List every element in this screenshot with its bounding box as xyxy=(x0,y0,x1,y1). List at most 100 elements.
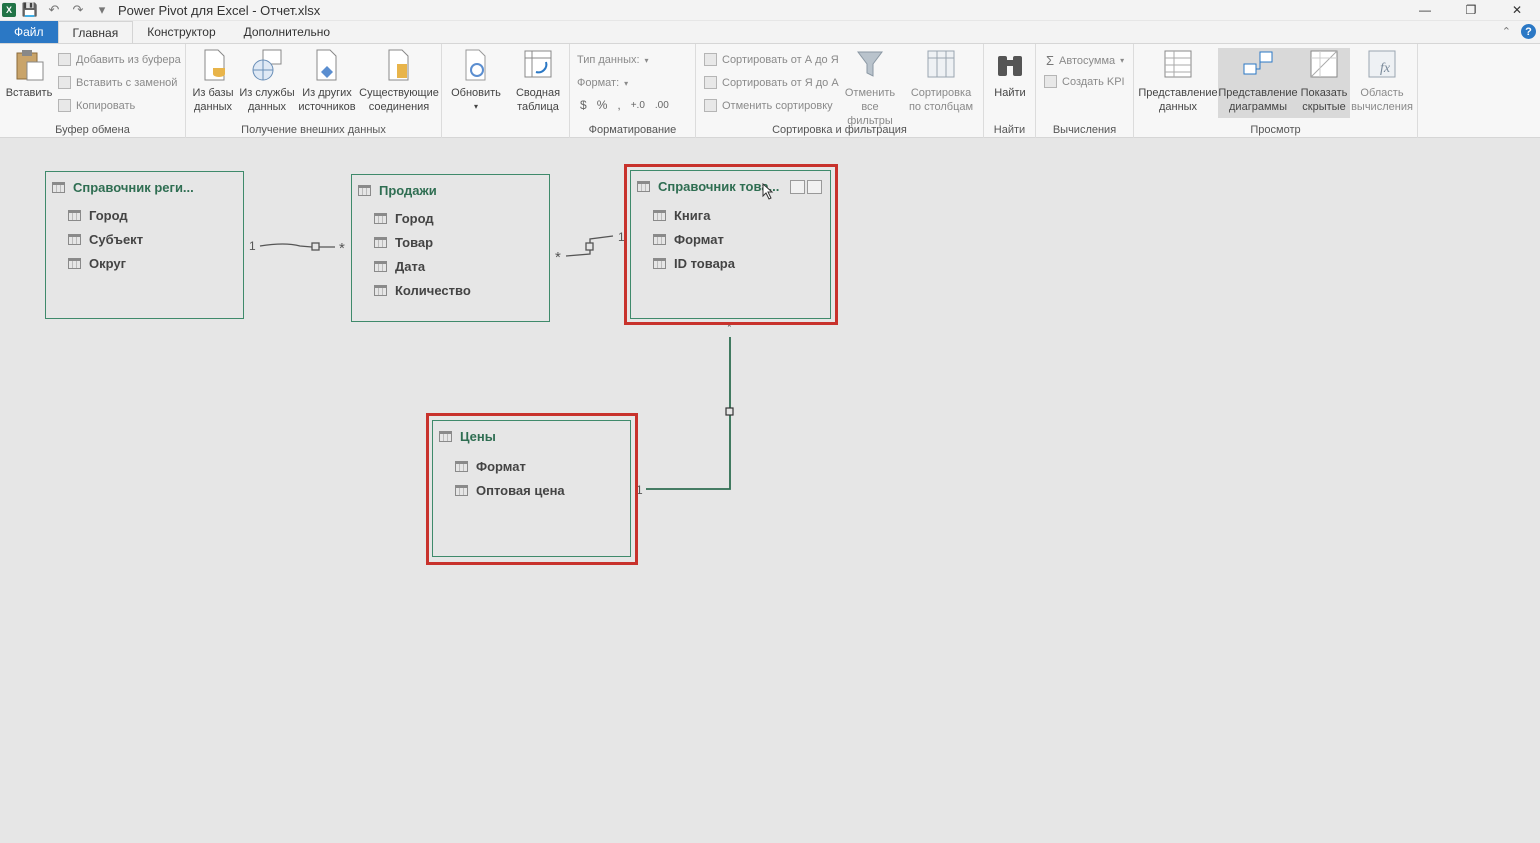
relation-line-products-prices[interactable] xyxy=(646,337,731,490)
group-find: Найти Найти xyxy=(984,44,1036,138)
customize-qat-icon[interactable]: ▾ xyxy=(92,1,112,19)
sort-by-col-label-1: Сортировка xyxy=(910,87,972,99)
create-hierarchy-icon[interactable] xyxy=(790,180,805,194)
table-sales[interactable]: Продажи Город Товар Дата Количество xyxy=(351,174,550,322)
tab-file[interactable]: Файл xyxy=(0,21,58,43)
group-label-find: Найти xyxy=(993,124,1026,136)
table-header[interactable]: Справочник това... xyxy=(637,179,779,194)
from-other-sources-button[interactable]: Из других источников xyxy=(296,48,358,114)
column-item[interactable]: Оптовая цена xyxy=(455,483,565,498)
column-item[interactable]: Количество xyxy=(374,283,471,298)
column-item[interactable]: Формат xyxy=(653,232,724,247)
find-button[interactable]: Найти xyxy=(990,48,1030,100)
refresh-dropdown-icon[interactable]: ▾ xyxy=(474,100,478,114)
data-type-dropdown[interactable]: Тип данных: ▾ xyxy=(577,54,649,66)
relation-line-regions-sales[interactable] xyxy=(259,243,335,248)
sort-descending-icon xyxy=(704,76,717,89)
diagram-view-label-1: Представление xyxy=(1218,87,1298,99)
sort-az-button[interactable]: Сортировать от А до Я xyxy=(704,53,839,66)
column-item[interactable]: Формат xyxy=(455,459,526,474)
group-clipboard: Вставить Добавить из буфера Вставить с з… xyxy=(0,44,186,138)
sort-za-button[interactable]: Сортировать от Я до А xyxy=(704,76,839,89)
format-dropdown[interactable]: Формат: ▾ xyxy=(577,77,628,89)
autosum-button[interactable]: Σ Автосумма ▾ xyxy=(1046,53,1124,68)
table-prices[interactable]: Цены Формат Оптовая цена xyxy=(432,420,631,557)
column-item[interactable]: ID товара xyxy=(653,256,735,271)
column-item[interactable]: Субъект xyxy=(68,232,143,247)
undo-icon[interactable]: ↶ xyxy=(44,1,64,19)
from-db-label-1: Из базы xyxy=(192,87,234,99)
collapse-ribbon-icon[interactable]: ⌃ xyxy=(1502,25,1511,38)
clear-all-filters-button[interactable]: Отменить все фильтры xyxy=(838,48,902,128)
help-icon[interactable]: ? xyxy=(1521,24,1536,39)
maximize-table-icon[interactable] xyxy=(807,180,822,194)
table-header[interactable]: Продажи xyxy=(358,183,437,198)
table-title: Справочник реги... xyxy=(73,180,194,195)
minimize-icon[interactable]: — xyxy=(1402,0,1448,20)
table-products[interactable]: Справочник това... Книга Формат ID товар… xyxy=(630,170,831,319)
refresh-button[interactable]: Обновить ▾ xyxy=(448,48,504,114)
existing-connections-button[interactable]: Существующие соединения xyxy=(359,48,439,114)
group-refresh-pivot: Обновить ▾ Сводная таблица xyxy=(442,44,570,138)
column-item[interactable]: Округ xyxy=(68,256,126,271)
relation-handle[interactable] xyxy=(311,242,320,251)
autosum-label: Автосумма xyxy=(1059,54,1116,67)
paste-replace-button[interactable]: Вставить с заменой xyxy=(58,76,177,89)
table-header[interactable]: Справочник реги... xyxy=(52,180,194,195)
table-regions[interactable]: Справочник реги... Город Субъект Округ xyxy=(45,171,244,319)
relation-handle[interactable] xyxy=(725,407,734,416)
paste-button[interactable]: Вставить xyxy=(6,48,52,100)
relation-handle[interactable] xyxy=(585,242,594,251)
chevron-down-icon: ▾ xyxy=(644,55,649,65)
clear-filters-label-1: Отменить xyxy=(844,87,896,99)
from-service-button[interactable]: Из службы данных xyxy=(238,48,296,114)
tab-advanced[interactable]: Дополнительно xyxy=(230,21,344,43)
diagram-canvas[interactable]: 1 * * 1 * 1 Справочник реги... Город Суб… xyxy=(0,139,1540,843)
table-header[interactable]: Цены xyxy=(439,429,496,444)
create-kpi-button[interactable]: Создать KPI xyxy=(1044,75,1125,88)
thousands-separator-button[interactable]: , xyxy=(617,98,620,112)
column-item[interactable]: Город xyxy=(374,211,434,226)
column-item[interactable]: Дата xyxy=(374,259,425,274)
excel-logo-icon: X xyxy=(2,3,16,17)
column-label: Оптовая цена xyxy=(476,483,565,498)
decrease-decimal-button[interactable]: .00 xyxy=(655,100,669,111)
data-view-button[interactable]: Представление данных xyxy=(1138,48,1218,114)
group-formatting: Тип данных: ▾ Формат: ▾ $ % , +.0 .00 Фо… xyxy=(570,44,696,138)
existing-label-2: соединения xyxy=(368,101,430,113)
restore-icon[interactable]: ❐ xyxy=(1448,0,1494,20)
paste-label: Вставить xyxy=(5,87,53,99)
column-icon xyxy=(68,234,81,245)
paste-icon xyxy=(16,50,44,81)
show-hidden-label-2: скрытые xyxy=(1302,101,1346,113)
column-item[interactable]: Книга xyxy=(653,208,710,223)
clear-sort-button[interactable]: Отменить сортировку xyxy=(704,99,833,112)
increase-decimal-button[interactable]: +.0 xyxy=(631,100,645,111)
close-icon[interactable]: ✕ xyxy=(1494,0,1540,20)
column-label: Город xyxy=(89,208,128,223)
show-hidden-label-1: Показать xyxy=(1300,87,1348,99)
diagram-view-button[interactable]: Представление диаграммы xyxy=(1218,48,1298,118)
tab-home[interactable]: Главная xyxy=(57,21,134,43)
copy-button[interactable]: Копировать xyxy=(58,99,135,112)
redo-icon[interactable]: ↷ xyxy=(68,1,88,19)
column-item[interactable]: Город xyxy=(68,208,128,223)
group-label-external: Получение внешних данных xyxy=(241,124,386,136)
sort-by-column-button[interactable]: Сортировка по столбцам xyxy=(904,48,978,114)
data-type-label: Тип данных: xyxy=(577,54,640,66)
add-from-clipboard-button[interactable]: Добавить из буфера xyxy=(58,53,181,66)
column-label: Формат xyxy=(674,232,724,247)
svg-text:fx: fx xyxy=(1380,61,1391,76)
show-hidden-button[interactable]: Показать скрытые xyxy=(1298,48,1350,118)
from-database-button[interactable]: Из базы данных xyxy=(190,48,236,114)
percent-button[interactable]: % xyxy=(597,98,608,112)
tab-design[interactable]: Конструктор xyxy=(133,21,229,43)
currency-button[interactable]: $ xyxy=(580,98,587,112)
clear-sort-label: Отменить сортировку xyxy=(722,99,833,112)
column-item[interactable]: Товар xyxy=(374,235,433,250)
calculation-area-button[interactable]: fx Область вычисления xyxy=(1350,48,1414,114)
column-label: Книга xyxy=(674,208,711,223)
from-service-label-1: Из службы xyxy=(239,87,295,99)
pivot-table-button[interactable]: Сводная таблица xyxy=(510,48,566,114)
save-icon[interactable]: 💾 xyxy=(20,1,40,19)
